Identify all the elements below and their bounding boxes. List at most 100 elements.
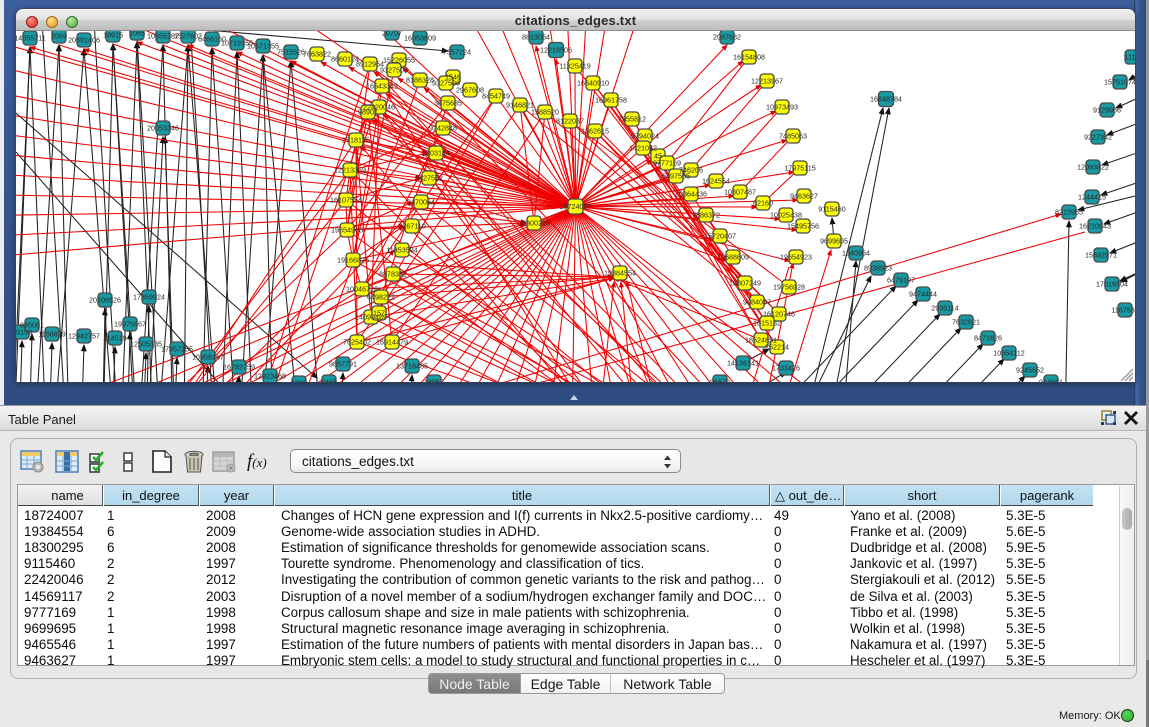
svg-text:14055711: 14055711	[16, 34, 46, 43]
svg-text:252214: 252214	[765, 343, 789, 352]
svg-text:18724007: 18724007	[560, 202, 592, 211]
svg-text:9327505: 9327505	[380, 66, 408, 75]
svg-text:20364436: 20364436	[675, 190, 707, 199]
svg-text:7485063: 7485063	[779, 132, 807, 141]
svg-text:20707: 20707	[382, 31, 402, 38]
svg-text:7515526: 7515526	[277, 48, 305, 57]
svg-text:11353594: 11353594	[386, 246, 417, 255]
svg-text:9794024: 9794024	[631, 132, 659, 141]
svg-text:12093822: 12093822	[1077, 163, 1109, 172]
svg-text:2069: 2069	[51, 32, 67, 41]
svg-text:1421072: 1421072	[629, 144, 657, 153]
svg-text:62160: 62160	[753, 199, 773, 208]
svg-text:1615132: 1615132	[753, 319, 781, 328]
svg-text:19975867: 19975867	[114, 320, 146, 329]
svg-text:9245652: 9245652	[1016, 366, 1044, 375]
svg-text:8454749: 8454749	[482, 92, 510, 101]
svg-text:9084067: 9084067	[743, 298, 771, 307]
svg-text:9857791: 9857791	[329, 360, 357, 369]
svg-text:15495756: 15495756	[787, 222, 819, 231]
svg-text:1112: 1112	[1125, 53, 1135, 62]
svg-text:9146821: 9146821	[506, 101, 534, 110]
svg-text:16154808: 16154808	[733, 53, 765, 62]
svg-text:157: 157	[373, 309, 385, 318]
svg-text:8878332: 8878332	[379, 270, 407, 279]
svg-text:8186328: 8186328	[406, 76, 434, 85]
svg-text:20691406: 20691406	[68, 36, 100, 45]
svg-text:16053809: 16053809	[404, 34, 436, 43]
svg-text:10807487: 10807487	[724, 188, 756, 197]
svg-text:12213967: 12213967	[751, 77, 783, 86]
svg-text:16210643: 16210643	[1079, 222, 1111, 231]
svg-text:15226055: 15226055	[383, 56, 415, 65]
svg-text:7886372: 7886372	[692, 211, 720, 220]
svg-text:3875685: 3875685	[434, 99, 462, 108]
svg-text:6498222: 6498222	[367, 293, 395, 302]
svg-text:15751074: 15751074	[1104, 78, 1135, 87]
svg-text:11325419: 11325419	[559, 62, 590, 71]
svg-text:9242848: 9242848	[429, 124, 457, 133]
svg-text:12923468: 12923468	[254, 372, 286, 381]
svg-text:9465: 9465	[321, 378, 337, 382]
svg-text:15720407: 15720407	[704, 232, 736, 241]
svg-text:2803144: 2803144	[422, 149, 450, 158]
svg-text:16782759: 16782759	[223, 363, 255, 372]
svg-text:10958167: 10958167	[192, 353, 224, 362]
svg-text:18915: 18915	[103, 31, 123, 40]
svg-text:1640954: 1640954	[842, 249, 870, 258]
svg-text:114519: 114519	[103, 334, 126, 343]
svg-text:1624554: 1624554	[702, 177, 730, 186]
svg-text:2967608: 2967608	[456, 86, 484, 95]
svg-text:1065: 1065	[129, 31, 145, 38]
svg-text:1167533: 1167533	[1111, 306, 1135, 315]
svg-text:10973493: 10973493	[766, 103, 798, 112]
svg-text:8427552: 8427552	[415, 174, 443, 183]
svg-text:9129966: 9129966	[1093, 106, 1121, 115]
svg-text:13716485: 13716485	[396, 362, 428, 371]
svg-text:12505185: 12505185	[130, 340, 162, 349]
svg-text:7357224: 7357224	[443, 48, 471, 57]
svg-text:10671355: 10671355	[247, 42, 279, 51]
svg-text:3170064: 3170064	[407, 198, 435, 207]
svg-text:16648784: 16648784	[870, 95, 902, 104]
svg-text:17957255: 17957255	[161, 345, 193, 354]
svg-text:1362615: 1362615	[581, 127, 609, 136]
svg-text:9227342: 9227342	[1084, 133, 1112, 142]
svg-text:9777169: 9777169	[653, 159, 681, 168]
svg-text:1588520: 1588520	[531, 108, 559, 117]
svg-text:19654923: 19654923	[780, 253, 812, 262]
svg-text:17359924: 17359924	[133, 293, 165, 302]
svg-text:9463627: 9463627	[790, 192, 818, 201]
svg-text:16120746: 16120746	[763, 310, 795, 319]
svg-text:1733426: 1733426	[772, 364, 800, 373]
svg-text:9474444: 9474444	[909, 290, 937, 299]
svg-text:3267110: 3267110	[398, 222, 425, 231]
svg-text:10654112: 10654112	[993, 349, 1024, 358]
svg-text:746206: 746206	[679, 166, 703, 175]
svg-text:14136141: 14136141	[727, 359, 759, 368]
svg-text:8122037: 8122037	[556, 117, 584, 126]
svg-text:10688609: 10688609	[717, 253, 749, 262]
svg-text:18300295: 18300295	[518, 219, 550, 228]
svg-text:1244415: 1244415	[1078, 193, 1106, 202]
svg-text:8813054: 8813054	[522, 33, 550, 42]
svg-text:18807249: 18807249	[729, 279, 761, 288]
svg-text:12942757: 12942757	[68, 332, 100, 341]
svg-text:20053346: 20053346	[147, 124, 179, 133]
svg-text:16107554: 16107554	[330, 196, 362, 205]
svg-text:16640910: 16640910	[577, 79, 609, 88]
svg-text:17975115: 17975115	[784, 164, 815, 173]
svg-text:2935114: 2935114	[931, 304, 958, 313]
svg-text:12218506: 12218506	[540, 46, 572, 55]
svg-text:96579: 96579	[710, 378, 730, 382]
svg-text:16914479: 16914479	[376, 338, 408, 347]
svg-text:20206526: 20206526	[89, 296, 121, 305]
svg-text:17016504: 17016504	[1096, 280, 1128, 289]
svg-text:1156829: 1156829	[38, 330, 65, 339]
svg-text:16961758: 16961758	[595, 96, 627, 105]
svg-text:9699695: 9699695	[820, 237, 848, 246]
svg-text:7625402: 7625402	[343, 338, 371, 347]
svg-text:8471626: 8471626	[974, 334, 1002, 343]
svg-text:924561: 924561	[1039, 378, 1063, 382]
svg-text:19654965: 19654965	[331, 226, 363, 235]
